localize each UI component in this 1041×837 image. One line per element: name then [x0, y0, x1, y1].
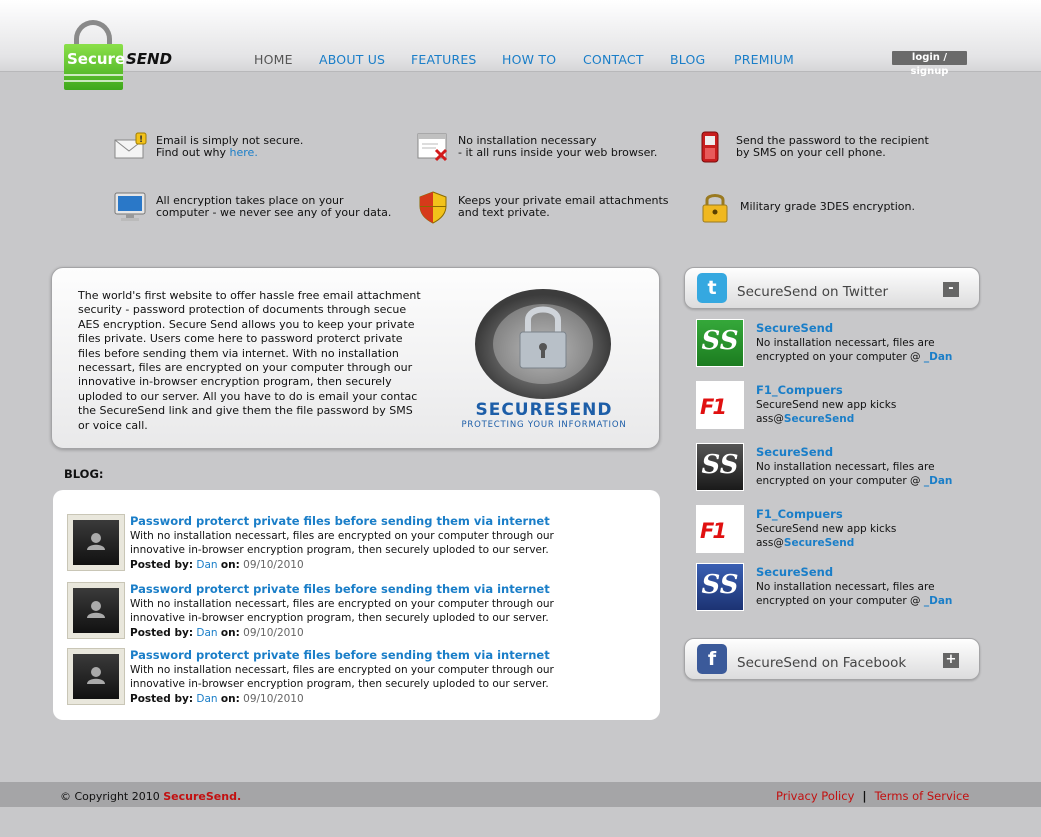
post-meta: Posted by: Dan on: 09/10/2010: [130, 627, 304, 639]
feature-no-install: No installation necessary - it all runs …: [416, 130, 657, 164]
intro-text: The world's first website to offer hassl…: [78, 289, 421, 432]
intro-tagline: PROTECTING YOUR INFORMATION: [461, 420, 627, 430]
tweet-text: No installation necessart, files are enc…: [756, 461, 953, 487]
footer: © Copyright 2010 SecureSend. Privacy Pol…: [0, 782, 1041, 807]
tweet-text: No installation necessart, files are enc…: [756, 337, 953, 363]
tweet-mention-link[interactable]: _Dan: [924, 595, 953, 607]
post-excerpt: With no installation necessart, files ar…: [130, 530, 554, 556]
nav-features[interactable]: FEATURES: [411, 52, 477, 67]
blog-heading: BLOG:: [64, 467, 104, 481]
nav-about-us[interactable]: ABOUT US: [319, 52, 385, 67]
posted-by-label: Posted by:: [130, 627, 194, 639]
logo-secure-text: Secure: [67, 50, 126, 68]
expand-button[interactable]: +: [943, 653, 959, 668]
feature-no-install-line2: - it all runs inside your web browser.: [458, 146, 658, 159]
feature-local-encryption: All encryption takes place on your compu…: [114, 190, 391, 224]
twitter-box-header[interactable]: t SecureSend on Twitter -: [684, 267, 980, 309]
on-label: on:: [220, 693, 240, 705]
tweet-avatar[interactable]: SS: [696, 319, 744, 367]
footer-separator: |: [862, 789, 867, 803]
post-title-link[interactable]: Password proterct private files before s…: [130, 648, 550, 662]
facebook-box-label: SecureSend on Facebook: [737, 655, 907, 671]
feature-sms: Send the password to the recipient by SM…: [694, 130, 929, 164]
nav-blog[interactable]: BLOG: [670, 52, 705, 67]
mobile-phone-icon: [694, 130, 728, 164]
twitter-box-label: SecureSend on Twitter: [737, 284, 889, 300]
post-meta: Posted by: Dan on: 09/10/2010: [130, 693, 304, 705]
post-excerpt: With no installation necessart, files ar…: [130, 598, 554, 624]
nav-premium[interactable]: PREMIUM: [734, 52, 794, 67]
shield-icon: [416, 190, 450, 224]
collapse-button[interactable]: -: [943, 282, 959, 297]
nav-how-to[interactable]: HOW TO: [502, 52, 556, 67]
facebook-icon: f: [697, 644, 727, 674]
post-author-link[interactable]: Dan: [196, 693, 217, 705]
tweet-user-link[interactable]: F1_Compuers: [756, 383, 843, 397]
tweet-avatar[interactable]: F1: [696, 381, 744, 429]
email-warning-icon: !: [114, 130, 148, 164]
login-signup-button[interactable]: login / signup: [892, 51, 967, 77]
post-meta: Posted by: Dan on: 09/10/2010: [130, 559, 304, 571]
post-thumbnail: [67, 582, 125, 639]
posted-by-label: Posted by:: [130, 559, 194, 571]
nav-home[interactable]: HOME: [254, 52, 293, 67]
browser-window-icon: [416, 130, 450, 164]
tweet-text: SecureSend new app kicks ass@SecureSend: [756, 523, 897, 549]
tweet-avatar[interactable]: F1: [696, 505, 744, 553]
tweet-mention-link[interactable]: SecureSend: [784, 413, 854, 425]
tweet-user-link[interactable]: SecureSend: [756, 321, 833, 335]
computer-monitor-icon: [114, 190, 148, 224]
tweet-mention-link[interactable]: _Dan: [924, 475, 953, 487]
tweet-mention-link[interactable]: _Dan: [924, 351, 953, 363]
securesend-logo[interactable]: Secure SEND: [64, 20, 174, 92]
nav-contact[interactable]: CONTACT: [583, 52, 644, 67]
feature-email-line2: Find out why: [156, 146, 227, 159]
tweet-text: SecureSend new app kicks ass@SecureSend: [756, 399, 897, 425]
feature-sms-line2: by SMS on your cell phone.: [736, 146, 886, 159]
facebook-box-header[interactable]: f SecureSend on Facebook +: [684, 638, 980, 680]
tweet-user-link[interactable]: SecureSend: [756, 445, 833, 459]
tweet-user-link[interactable]: F1_Compuers: [756, 507, 843, 521]
padlock-icon: [698, 190, 732, 224]
feature-3des-line1: Military grade 3DES encryption.: [740, 200, 916, 213]
svg-text:!: !: [139, 135, 143, 145]
post-thumbnail: [67, 514, 125, 571]
tweet-mention-link[interactable]: SecureSend: [784, 537, 854, 549]
logo-send-text: SEND: [126, 50, 173, 68]
post-author-link[interactable]: Dan: [196, 559, 217, 571]
feature-3des: Military grade 3DES encryption.: [698, 190, 915, 224]
post-title-link[interactable]: Password proterct private files before s…: [130, 514, 550, 528]
feature-local-encryption-line2: computer - we never see any of your data…: [156, 206, 392, 219]
blog-panel: Password proterct private files before s…: [53, 490, 660, 720]
feature-private-attachments: Keeps your private email attachments and…: [416, 190, 669, 224]
tweet-avatar[interactable]: SS: [696, 563, 744, 611]
post-title-link[interactable]: Password proterct private files before s…: [130, 582, 550, 596]
post-thumbnail: [67, 648, 125, 705]
find-out-why-link[interactable]: here.: [230, 146, 258, 159]
on-label: on:: [220, 627, 240, 639]
post-author-link[interactable]: Dan: [196, 627, 217, 639]
tweet-text: No installation necessart, files are enc…: [756, 581, 953, 607]
feature-email: ! Email is simply not secure. Find out w…: [114, 130, 303, 164]
feature-private-attachments-line2: and text private.: [458, 206, 550, 219]
copyright: © Copyright 2010 SecureSend.: [60, 790, 242, 803]
intro-brand: SECURESEND: [475, 400, 613, 420]
intro-panel: The world's first website to offer hassl…: [51, 267, 660, 449]
footer-links: Privacy Policy | Terms of Service: [776, 789, 969, 803]
footer-brand-link[interactable]: SecureSend: [163, 790, 237, 803]
tweet-user-link[interactable]: SecureSend: [756, 565, 833, 579]
on-label: on:: [220, 559, 240, 571]
posted-by-label: Posted by:: [130, 693, 194, 705]
tweet-avatar[interactable]: SS: [696, 443, 744, 491]
terms-of-service-link[interactable]: Terms of Service: [875, 789, 970, 803]
post-date: 09/10/2010: [243, 693, 304, 705]
post-excerpt: With no installation necessart, files ar…: [130, 664, 554, 690]
twitter-icon: t: [697, 273, 727, 303]
post-date: 09/10/2010: [243, 559, 304, 571]
privacy-policy-link[interactable]: Privacy Policy: [776, 789, 854, 803]
post-date: 09/10/2010: [243, 627, 304, 639]
